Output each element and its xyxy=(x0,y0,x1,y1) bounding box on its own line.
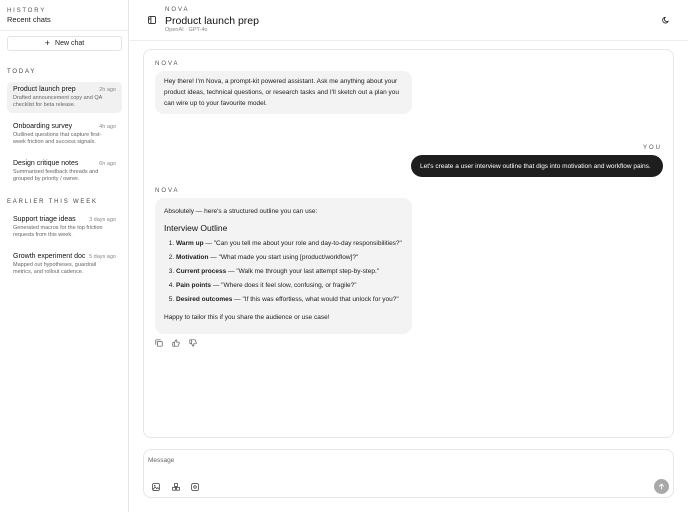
speaker-label-nova: NOVA xyxy=(155,61,180,67)
moon-icon[interactable] xyxy=(662,16,670,24)
outline-term: Pain points xyxy=(176,282,212,289)
outline-term: Desired outcomes xyxy=(176,296,233,303)
outline-text: — "Where does it feel slow, confusing, o… xyxy=(211,282,357,289)
chat-item-title: Design critique notes xyxy=(13,160,79,167)
outline-text: — "What made you start using [product/wo… xyxy=(208,254,359,261)
outline-text: — "If this was effortless, what would th… xyxy=(232,296,399,303)
reply-intro: Absolutely — here's a structured outline… xyxy=(164,208,318,215)
assistant-message-greeting: Hey there! I'm Nova, a prompt-kit powere… xyxy=(155,71,412,114)
message-actions xyxy=(155,339,197,347)
outline-item: Pain points — "Where does it feel slow, … xyxy=(176,279,403,293)
send-button[interactable] xyxy=(654,479,669,494)
chat-item-time: 6h ago xyxy=(99,161,116,167)
outline-term: Motivation xyxy=(176,254,209,261)
sidebar-toggle-icon[interactable] xyxy=(148,16,156,24)
sidebar-header: HISTORY Recent chats xyxy=(0,0,128,31)
outline-item: Warm up — "Can you tell me about your ro… xyxy=(176,237,403,251)
plus-icon: + xyxy=(44,38,51,48)
sidebar-item-onboarding-survey[interactable]: Onboarding survey 4h ago Outlined questi… xyxy=(7,119,122,150)
assistant-kicker: NOVA xyxy=(165,7,190,13)
thumbs-down-icon[interactable] xyxy=(189,339,197,347)
settings-icon[interactable] xyxy=(191,483,199,491)
outline-text: — "Can you tell me about your role and d… xyxy=(203,240,402,247)
image-icon[interactable] xyxy=(152,483,160,491)
sidebar-kicker: HISTORY xyxy=(7,8,47,14)
chat-item-desc: Drafted announcement copy and QA checkli… xyxy=(13,95,102,108)
sidebar-item-product-launch-prep[interactable]: Product launch prep 2h ago Drafted annou… xyxy=(7,82,122,113)
chat-item-title: Growth experiment doc xyxy=(13,253,86,260)
chat-item-time: 3 days ago xyxy=(89,217,116,223)
sidebar-item-design-critique-notes[interactable]: Design critique notes 6h ago Summarised … xyxy=(7,156,122,187)
new-chat-label: New chat xyxy=(55,40,85,47)
copy-icon[interactable] xyxy=(155,339,163,347)
sidebar-item-support-triage-ideas[interactable]: Support triage ideas 3 days ago Generate… xyxy=(7,212,122,243)
arrow-up-icon xyxy=(658,483,665,490)
page-title: Product launch prep xyxy=(165,15,259,27)
outline-heading: Interview Outline xyxy=(164,223,228,233)
model-label: OpenAI · GPT-4o xyxy=(165,27,208,33)
thumbs-up-icon[interactable] xyxy=(172,339,180,347)
chat-item-time: 2h ago xyxy=(99,87,116,93)
section-label-earlier: EARLIER THIS WEEK xyxy=(7,199,98,205)
user-message: Let's create a user interview outline th… xyxy=(411,155,663,177)
section-label-today: TODAY xyxy=(7,69,37,75)
sidebar: HISTORY Recent chats + New chat TODAY Pr… xyxy=(0,0,129,512)
outline-term: Warm up xyxy=(176,240,204,247)
outline-text: — "Walk me through your last attempt ste… xyxy=(226,268,380,275)
chat-item-desc: Summarised feedback threads and grouped … xyxy=(13,169,99,182)
shapes-icon[interactable] xyxy=(172,483,180,491)
chat-header: NOVA Product launch prep OpenAI · GPT-4o xyxy=(130,0,688,41)
sidebar-item-growth-experiment-doc[interactable]: Growth experiment doc 5 days ago Mapped … xyxy=(7,249,122,280)
chat-item-title: Support triage ideas xyxy=(13,216,76,223)
outline-list: Warm up — "Can you tell me about your ro… xyxy=(164,237,403,307)
outline-item: Current process — "Walk me through your … xyxy=(176,265,403,279)
reply-outro: Happy to tailor this if you share the au… xyxy=(164,314,330,321)
new-chat-button[interactable]: + New chat xyxy=(7,36,122,51)
outline-term: Current process xyxy=(176,268,227,275)
chat-item-desc: Generated macros for the top friction re… xyxy=(13,225,103,238)
chat-item-desc: Mapped out hypotheses, guardrail metrics… xyxy=(13,262,97,275)
chat-item-time: 4h ago xyxy=(99,124,116,130)
speaker-label-nova-reply: NOVA xyxy=(155,188,180,194)
outline-item: Desired outcomes — "If this was effortle… xyxy=(176,293,403,307)
chat-panel: NOVA Hey there! I'm Nova, a prompt-kit p… xyxy=(143,49,674,438)
message-composer xyxy=(143,449,674,498)
chat-item-title: Onboarding survey xyxy=(13,123,73,130)
sidebar-title: Recent chats xyxy=(7,15,51,24)
outline-item: Motivation — "What made you start using … xyxy=(176,251,403,265)
chat-item-desc: Outlined questions that capture first-we… xyxy=(13,132,102,145)
speaker-label-you: YOU xyxy=(642,145,662,151)
message-input[interactable] xyxy=(148,454,648,466)
chat-item-time: 5 days ago xyxy=(89,254,116,260)
assistant-message-outline: Absolutely — here's a structured outline… xyxy=(155,198,412,334)
chat-item-title: Product launch prep xyxy=(13,86,76,93)
